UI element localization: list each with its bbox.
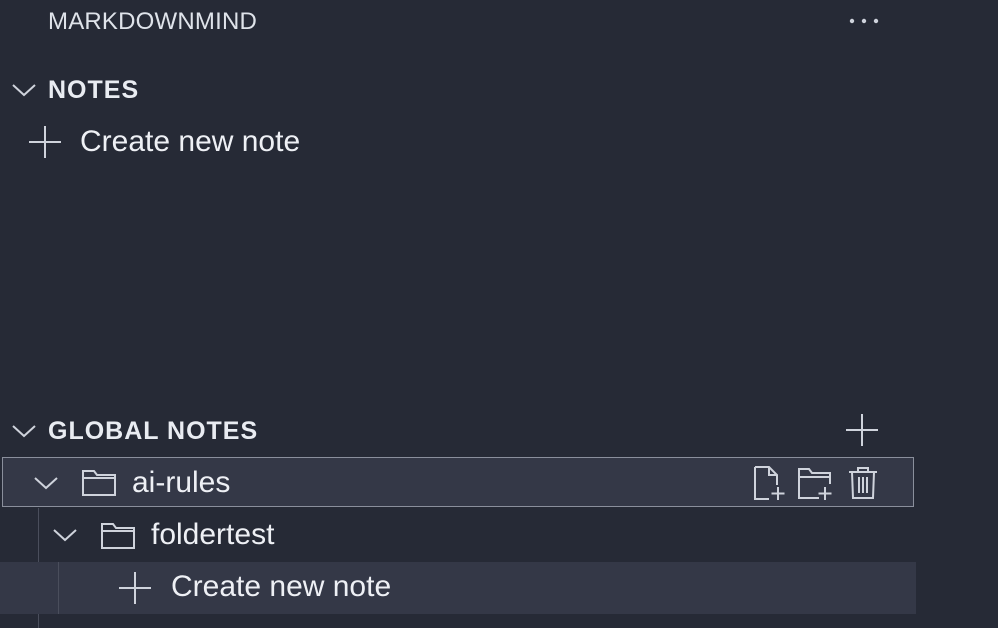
tree-folder-foldertest[interactable]: foldertest [0, 509, 916, 561]
trash-icon [849, 467, 877, 499]
folder-name: foldertest [151, 518, 275, 551]
notes-section-header[interactable]: NOTES [0, 70, 998, 110]
ellipsis-icon [849, 18, 879, 24]
folder-name: ai-rules [132, 466, 231, 499]
plus-icon [846, 414, 878, 446]
folder-icon [82, 470, 116, 496]
plus-icon [29, 126, 61, 158]
app-title: MARKDOWNMIND [48, 8, 258, 35]
chevron-down-icon [12, 84, 36, 97]
more-actions-button[interactable] [846, 10, 886, 32]
global-notes-section-title: GLOBAL NOTES [48, 417, 259, 445]
add-global-note-button[interactable] [844, 412, 880, 448]
create-new-note-label: Create new note [80, 125, 301, 158]
new-subfolder-button[interactable] [797, 465, 833, 501]
delete-folder-button[interactable] [845, 465, 881, 501]
new-file-icon [754, 466, 785, 500]
notes-section-title: NOTES [48, 76, 140, 104]
chevron-down-icon [34, 477, 58, 490]
new-folder-icon [798, 468, 832, 500]
create-new-note-button[interactable]: Create new note [0, 118, 998, 164]
folder-icon [101, 523, 135, 549]
create-new-note-in-foldertest-button[interactable]: Create new note [0, 562, 916, 614]
tree-indent-guide [58, 562, 59, 614]
tree-folder-ai-rules[interactable]: ai-rules [2, 457, 914, 507]
plus-icon [119, 572, 151, 604]
new-note-in-folder-button[interactable] [751, 465, 787, 501]
chevron-down-icon [12, 425, 36, 438]
chevron-down-icon [53, 529, 77, 542]
create-new-note-label: Create new note [171, 570, 392, 603]
